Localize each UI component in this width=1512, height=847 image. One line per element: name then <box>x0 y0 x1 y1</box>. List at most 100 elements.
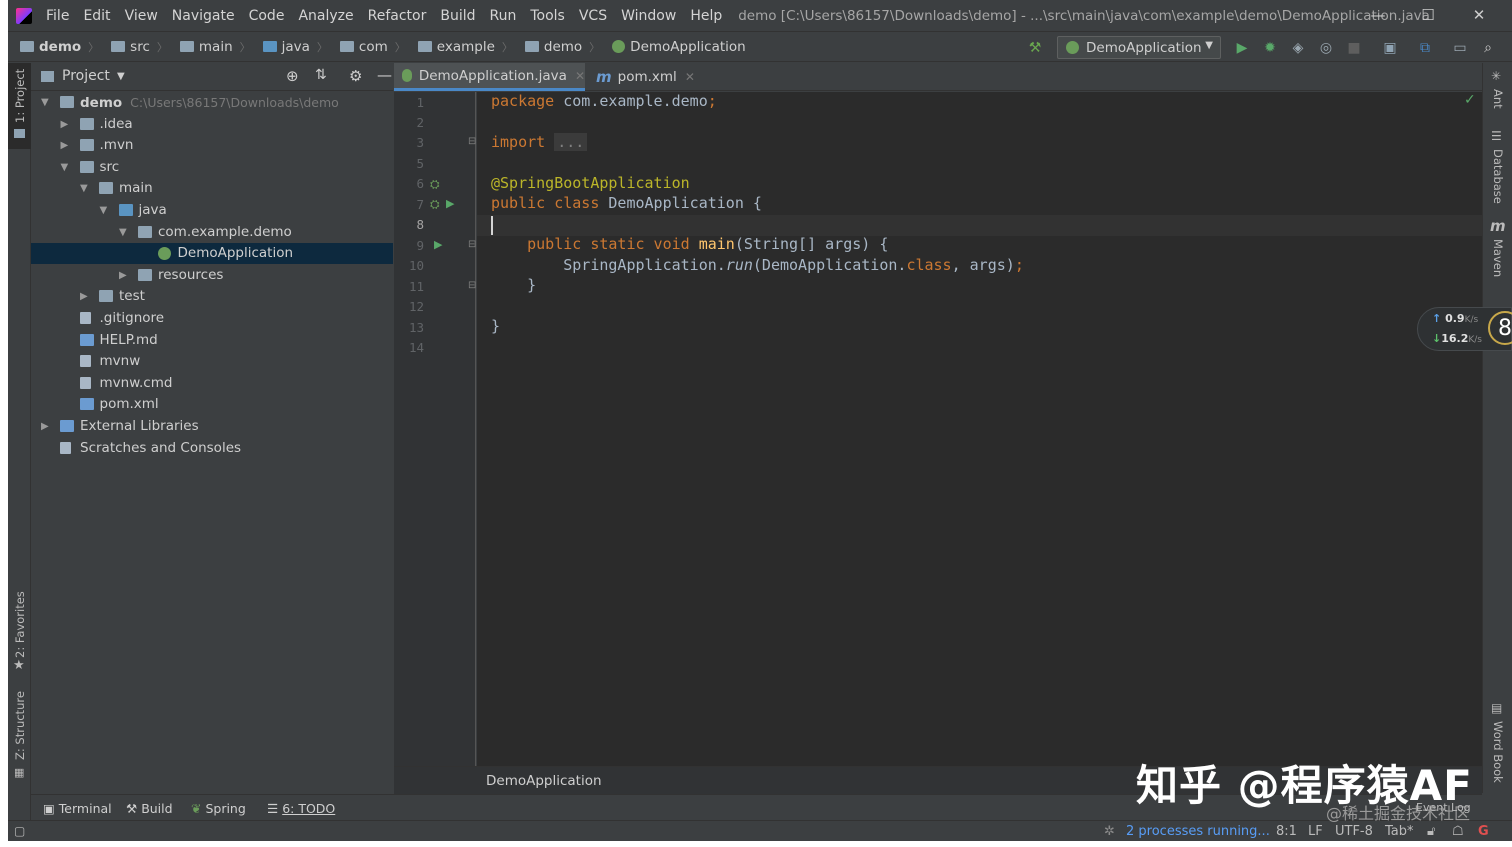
tree-item-mvn[interactable]: ▶ .mvn <box>31 135 393 156</box>
project-view-select[interactable]: Project <box>62 68 110 84</box>
close-tab-icon[interactable]: ✕ <box>575 69 585 83</box>
indent-setting[interactable]: Tab* <box>1385 824 1414 839</box>
tree-item-gitignore[interactable]: .gitignore <box>31 308 393 329</box>
collapse-arrow-icon[interactable]: ▼ <box>100 200 108 221</box>
spring-bean-icon[interactable]: ⛭ <box>430 177 440 192</box>
collapse-arrow-icon[interactable]: ▼ <box>41 92 49 113</box>
gear-icon[interactable]: ⚙ <box>349 67 362 85</box>
stop-icon[interactable]: ■ <box>1346 40 1362 56</box>
expand-arrow-icon[interactable]: ▶ <box>80 286 88 307</box>
todo-tool-button[interactable]: ☰ 6: TODO <box>267 801 335 816</box>
menu-file[interactable]: File <box>46 8 69 24</box>
favorites-tool-button[interactable]: 2: Favorites <box>13 591 27 658</box>
run-configuration-select[interactable]: DemoApplication ▼ <box>1057 36 1221 59</box>
expand-arrow-icon[interactable]: ▶ <box>41 416 49 437</box>
collapse-all-icon[interactable]: ⇅ <box>315 67 327 83</box>
collapse-arrow-icon[interactable]: ▼ <box>80 178 88 199</box>
menu-refactor[interactable]: Refactor <box>368 8 427 24</box>
google-translate-icon[interactable]: G <box>1478 824 1489 839</box>
tree-item-external-libraries[interactable]: ▶ External Libraries <box>31 416 393 437</box>
tree-item-help-md[interactable]: HELP.md <box>31 330 393 351</box>
hide-panel-icon[interactable]: — <box>377 66 392 84</box>
locate-target-icon[interactable]: ⊕ <box>286 67 299 85</box>
menu-edit[interactable]: Edit <box>83 8 110 24</box>
inspector-icon[interactable]: ☖ <box>1452 824 1464 839</box>
profile-icon[interactable]: ◎ <box>1318 40 1334 56</box>
run-gutter-icon[interactable]: ▶ <box>446 197 454 210</box>
search-icon[interactable]: ⌕ <box>1480 40 1496 56</box>
file-encoding[interactable]: UTF-8 <box>1335 824 1373 839</box>
expand-arrow-icon[interactable]: ▶ <box>61 135 69 156</box>
run-icon[interactable]: ▶ <box>1234 40 1250 56</box>
maven-tool-button[interactable]: Maven <box>1491 239 1505 277</box>
breadcrumb-demoapplication[interactable]: DemoApplication <box>612 39 746 55</box>
word-book-tool-button[interactable]: Word Book <box>1491 721 1505 783</box>
menu-run[interactable]: Run <box>490 8 517 24</box>
fold-icon[interactable]: ⊟ <box>468 280 476 291</box>
menu-vcs[interactable]: VCS <box>579 8 607 24</box>
inspection-ok-checkmark-icon[interactable]: ✓ <box>1464 92 1476 108</box>
event-log-button[interactable]: Event Log <box>1416 801 1471 814</box>
tree-item-test[interactable]: ▶ test <box>31 286 393 307</box>
breadcrumb-demo-package[interactable]: demo 〉 <box>524 39 600 55</box>
expand-arrow-icon[interactable]: ▶ <box>119 265 127 286</box>
chevron-down-icon[interactable]: ▼ <box>117 71 125 82</box>
code-editor[interactable]: package com.example.demo; import ... @Sp… <box>477 92 1482 766</box>
structure-tool-button[interactable]: Z: Structure <box>13 691 27 760</box>
tab-demoapplication-java[interactable]: DemoApplication.java ✕ <box>394 63 585 91</box>
build-hammer-icon[interactable]: ⚒ <box>1027 40 1043 56</box>
breadcrumb-main[interactable]: main 〉 <box>179 39 251 55</box>
breadcrumb-example[interactable]: example 〉 <box>417 39 513 55</box>
line-separator[interactable]: LF <box>1308 824 1323 839</box>
presentation-icon[interactable]: ▭ <box>1452 40 1468 56</box>
background-processes-link[interactable]: 2 processes running... <box>1126 824 1270 839</box>
minimize-icon[interactable]: — <box>1368 6 1388 24</box>
menu-tools[interactable]: Tools <box>530 8 565 24</box>
menu-build[interactable]: Build <box>440 8 475 24</box>
project-tool-button[interactable]: 1: Project <box>13 69 27 123</box>
fold-icon[interactable]: ⊟ <box>468 136 476 147</box>
ant-tool-button[interactable]: Ant <box>1491 89 1505 109</box>
tab-pom-xml[interactable]: m pom.xml ✕ <box>588 63 698 91</box>
tree-item-demoapplication[interactable]: DemoApplication <box>31 243 393 265</box>
database-tool-button[interactable]: Database <box>1491 149 1505 204</box>
spring-bean-icon[interactable]: ⛭ <box>430 197 440 212</box>
collapse-arrow-icon[interactable]: ▼ <box>119 222 127 243</box>
tree-item-resources[interactable]: ▶ resources <box>31 265 393 286</box>
tree-item-scratches-and-consoles[interactable]: Scratches and Consoles <box>31 438 393 459</box>
debug-icon[interactable]: ✹ <box>1262 40 1278 56</box>
expand-arrow-icon[interactable]: ▶ <box>61 114 69 135</box>
breadcrumb-com[interactable]: com 〉 <box>339 39 406 55</box>
translate-icon[interactable]: ⧉ <box>1417 40 1433 56</box>
build-tool-button[interactable]: ⚒ Build <box>126 801 173 816</box>
breadcrumb-demo[interactable]: demo 〉 <box>20 39 99 55</box>
menu-window[interactable]: Window <box>621 8 676 24</box>
breadcrumb-src[interactable]: src 〉 <box>111 39 168 55</box>
tree-item-mvnw-cmd[interactable]: mvnw.cmd <box>31 373 393 394</box>
folded-imports[interactable]: ... <box>554 133 588 151</box>
fold-icon[interactable]: ⊟ <box>468 239 476 250</box>
menu-navigate[interactable]: Navigate <box>172 8 235 24</box>
tree-item-idea[interactable]: ▶ .idea <box>31 114 393 135</box>
coverage-icon[interactable]: ◈ <box>1290 40 1306 56</box>
tree-item-src[interactable]: ▼ src <box>31 157 393 178</box>
run-gutter-icon[interactable]: ▶ <box>434 238 442 251</box>
tree-item-demo[interactable]: ▼ demo C:\Users\86157\Downloads\demo <box>31 92 393 113</box>
tree-item-pom-xml[interactable]: pom.xml <box>31 394 393 415</box>
spring-tool-button[interactable]: ❦ Spring <box>191 801 246 816</box>
menu-view[interactable]: View <box>125 8 158 24</box>
menu-code[interactable]: Code <box>249 8 285 24</box>
lock-icon[interactable]: 🔓︎ <box>1427 824 1435 839</box>
menu-analyze[interactable]: Analyze <box>298 8 353 24</box>
caret-position[interactable]: 8:1 <box>1276 824 1297 839</box>
tool-windows-toggle-icon[interactable]: ▢ <box>14 824 25 838</box>
tree-item-java[interactable]: ▼ java <box>31 200 393 221</box>
close-tab-icon[interactable]: ✕ <box>685 70 695 84</box>
collapse-arrow-icon[interactable]: ▼ <box>61 157 69 178</box>
breadcrumb-java[interactable]: java 〉 <box>262 39 328 55</box>
tree-item-mvnw[interactable]: mvnw <box>31 351 393 372</box>
menu-help[interactable]: Help <box>690 8 722 24</box>
maximize-icon[interactable]: ☐ <box>1418 6 1438 24</box>
project-structure-icon[interactable]: ▣ <box>1382 40 1398 56</box>
editor-breadcrumb[interactable]: DemoApplication <box>486 773 602 789</box>
